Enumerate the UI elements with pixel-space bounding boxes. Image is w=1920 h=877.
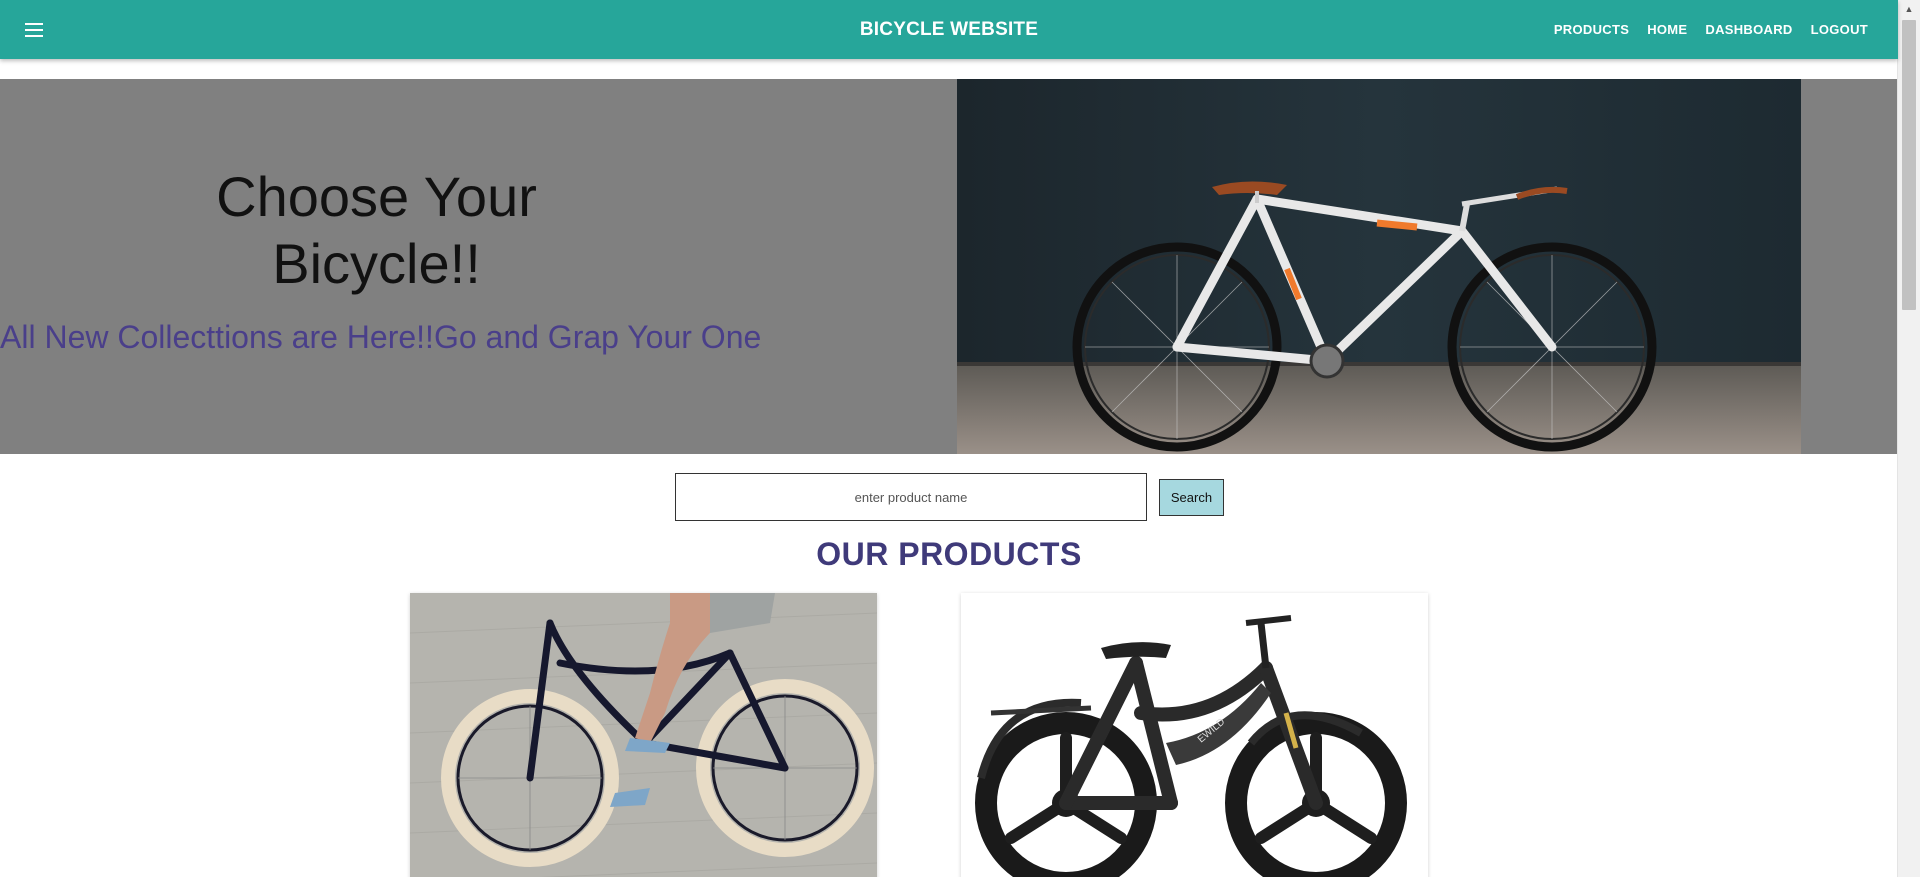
nav-dashboard-link[interactable]: DASHBOARD (1705, 22, 1792, 37)
cruiser-bicycle-photo (410, 593, 877, 877)
search-button[interactable]: Search (1159, 479, 1224, 516)
product-search-input[interactable] (675, 473, 1147, 521)
nav-products-link[interactable]: PRODUCTS (1554, 22, 1629, 37)
hero-title-line-1: Choose Your (216, 165, 537, 228)
vertical-scrollbar[interactable]: ▲ (1897, 0, 1920, 877)
hero-banner: Choose Your Bicycle!! All New Collecttio… (0, 79, 1898, 454)
top-nav: PRODUCTS HOME DASHBOARD LOGOUT (1536, 0, 1868, 59)
hero-bicycle-image (957, 79, 1801, 454)
top-app-bar: BICYCLE WEBSITE PRODUCTS HOME DASHBOARD … (0, 0, 1898, 59)
page: BICYCLE WEBSITE PRODUCTS HOME DASHBOARD … (0, 0, 1920, 877)
hamburger-menu-icon[interactable] (20, 16, 48, 44)
nav-home-link[interactable]: HOME (1647, 22, 1687, 37)
products-heading: OUR PRODUCTS (816, 536, 1082, 572)
electric-fat-tire-bike-photo: EWILD (961, 593, 1428, 877)
nav-logout-link[interactable]: LOGOUT (1811, 22, 1868, 37)
scroll-up-arrow-icon[interactable]: ▲ (1898, 0, 1920, 18)
hero-title: Choose Your Bicycle!! (0, 163, 753, 297)
product-card[interactable] (410, 593, 877, 877)
hero-subtitle: All New Collecttions are Here!!Go and Gr… (0, 319, 762, 355)
hero-title-line-2: Bicycle!! (272, 232, 481, 295)
product-card[interactable]: EWILD (961, 593, 1428, 877)
scrollbar-thumb[interactable] (1902, 20, 1916, 310)
